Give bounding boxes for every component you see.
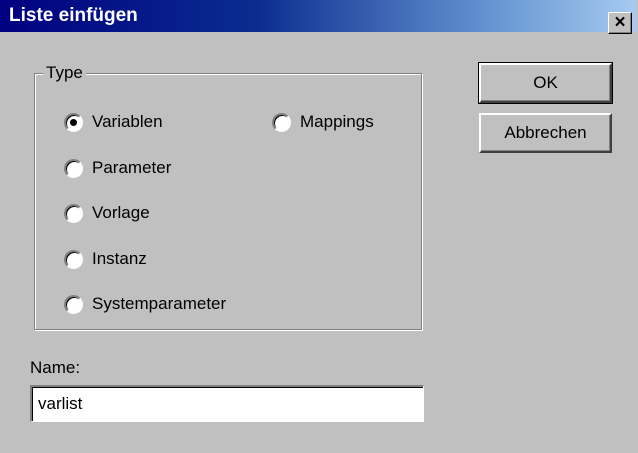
name-label: Name:	[30, 358, 81, 377]
cancel-button[interactable]: Abbrechen	[479, 113, 612, 153]
radio-label: Vorlage	[92, 203, 150, 222]
radio-circle-icon	[64, 294, 83, 314]
radio-circle-icon	[64, 112, 83, 132]
radio-circle-icon	[272, 112, 291, 132]
radio-variablen[interactable]: Variablen	[64, 110, 163, 134]
radio-label: Mappings	[300, 112, 374, 131]
radio-circle-icon	[64, 249, 83, 269]
radio-parameter[interactable]: Parameter	[64, 156, 171, 180]
radio-vorlage[interactable]: Vorlage	[64, 201, 150, 225]
radio-systemparameter[interactable]: Systemparameter	[64, 292, 226, 316]
name-input[interactable]	[30, 385, 424, 422]
radio-circle-icon	[64, 203, 83, 223]
ok-button[interactable]: OK	[478, 62, 613, 104]
radio-label: Parameter	[92, 158, 172, 177]
close-button[interactable]: ×	[608, 12, 632, 34]
title-bar[interactable]: Liste einfügen ×	[0, 0, 636, 34]
window-title: Liste einfügen	[9, 5, 138, 26]
radio-mappings[interactable]: Mappings	[272, 110, 374, 134]
radio-instanz[interactable]: Instanz	[64, 247, 147, 271]
type-group-label: Type	[43, 63, 86, 83]
insert-list-dialog: Liste einfügen × Type Variablen Paramete…	[0, 0, 638, 453]
close-icon: ×	[614, 12, 626, 33]
radio-circle-icon	[64, 158, 83, 178]
radio-label: Variablen	[92, 112, 163, 131]
radio-label: Systemparameter	[92, 294, 227, 313]
radio-label: Instanz	[92, 249, 147, 268]
radio-selected-dot-icon	[70, 118, 77, 126]
